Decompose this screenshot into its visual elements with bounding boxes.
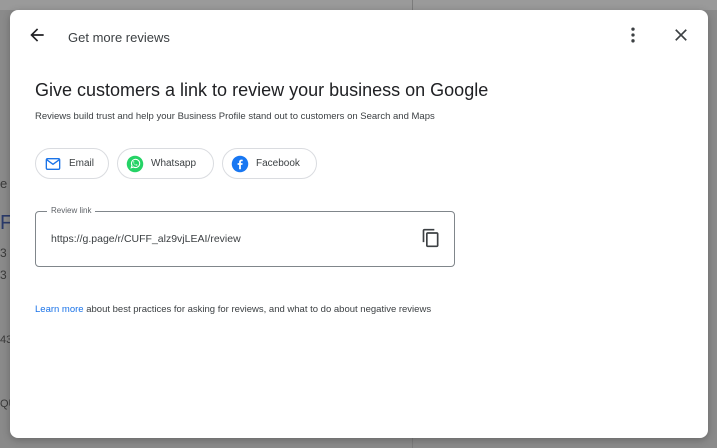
more-options-button[interactable] bbox=[615, 19, 651, 55]
dialog-headline: Give customers a link to review your bus… bbox=[35, 80, 489, 100]
review-link-label: Review link bbox=[47, 206, 96, 215]
copy-link-button[interactable] bbox=[416, 225, 446, 255]
dialog-title: Get more reviews bbox=[68, 30, 170, 45]
email-icon bbox=[44, 155, 62, 173]
back-button[interactable] bbox=[19, 19, 55, 55]
background-text-fragment: 3 bbox=[0, 246, 7, 260]
share-email-button[interactable]: Email bbox=[35, 148, 109, 179]
share-facebook-label: Facebook bbox=[256, 158, 300, 169]
share-whatsapp-label: Whatsapp bbox=[151, 158, 197, 169]
whatsapp-icon bbox=[126, 155, 144, 173]
share-whatsapp-button[interactable]: Whatsapp bbox=[117, 148, 214, 179]
dialog-subtext: Reviews build trust and help your Busine… bbox=[35, 111, 435, 122]
background-text-fragment: 3 bbox=[0, 268, 7, 282]
review-link-field[interactable]: Review link https://g.page/r/CUFF_alz9vj… bbox=[35, 206, 455, 267]
facebook-icon bbox=[231, 155, 249, 173]
review-link-value[interactable]: https://g.page/r/CUFF_alz9vjLEAI/review bbox=[51, 233, 241, 245]
dialog-header: Get more reviews bbox=[10, 10, 708, 66]
share-email-label: Email bbox=[69, 158, 95, 169]
more-vert-icon bbox=[623, 25, 643, 50]
arrow-back-icon bbox=[27, 25, 47, 50]
close-button[interactable] bbox=[663, 19, 699, 55]
get-more-reviews-dialog: Get more reviews Give customers a link t… bbox=[10, 10, 708, 438]
background-topbar bbox=[0, 0, 717, 10]
copy-icon bbox=[421, 228, 441, 253]
close-icon bbox=[671, 25, 691, 50]
background-text-fragment: e bbox=[0, 176, 8, 191]
learn-more-link[interactable]: Learn more bbox=[35, 304, 84, 315]
footer-help-body: about best practices for asking for revi… bbox=[83, 304, 432, 315]
share-facebook-button[interactable]: Facebook bbox=[222, 148, 317, 179]
footer-help-text: Learn more about best practices for aski… bbox=[35, 304, 431, 315]
